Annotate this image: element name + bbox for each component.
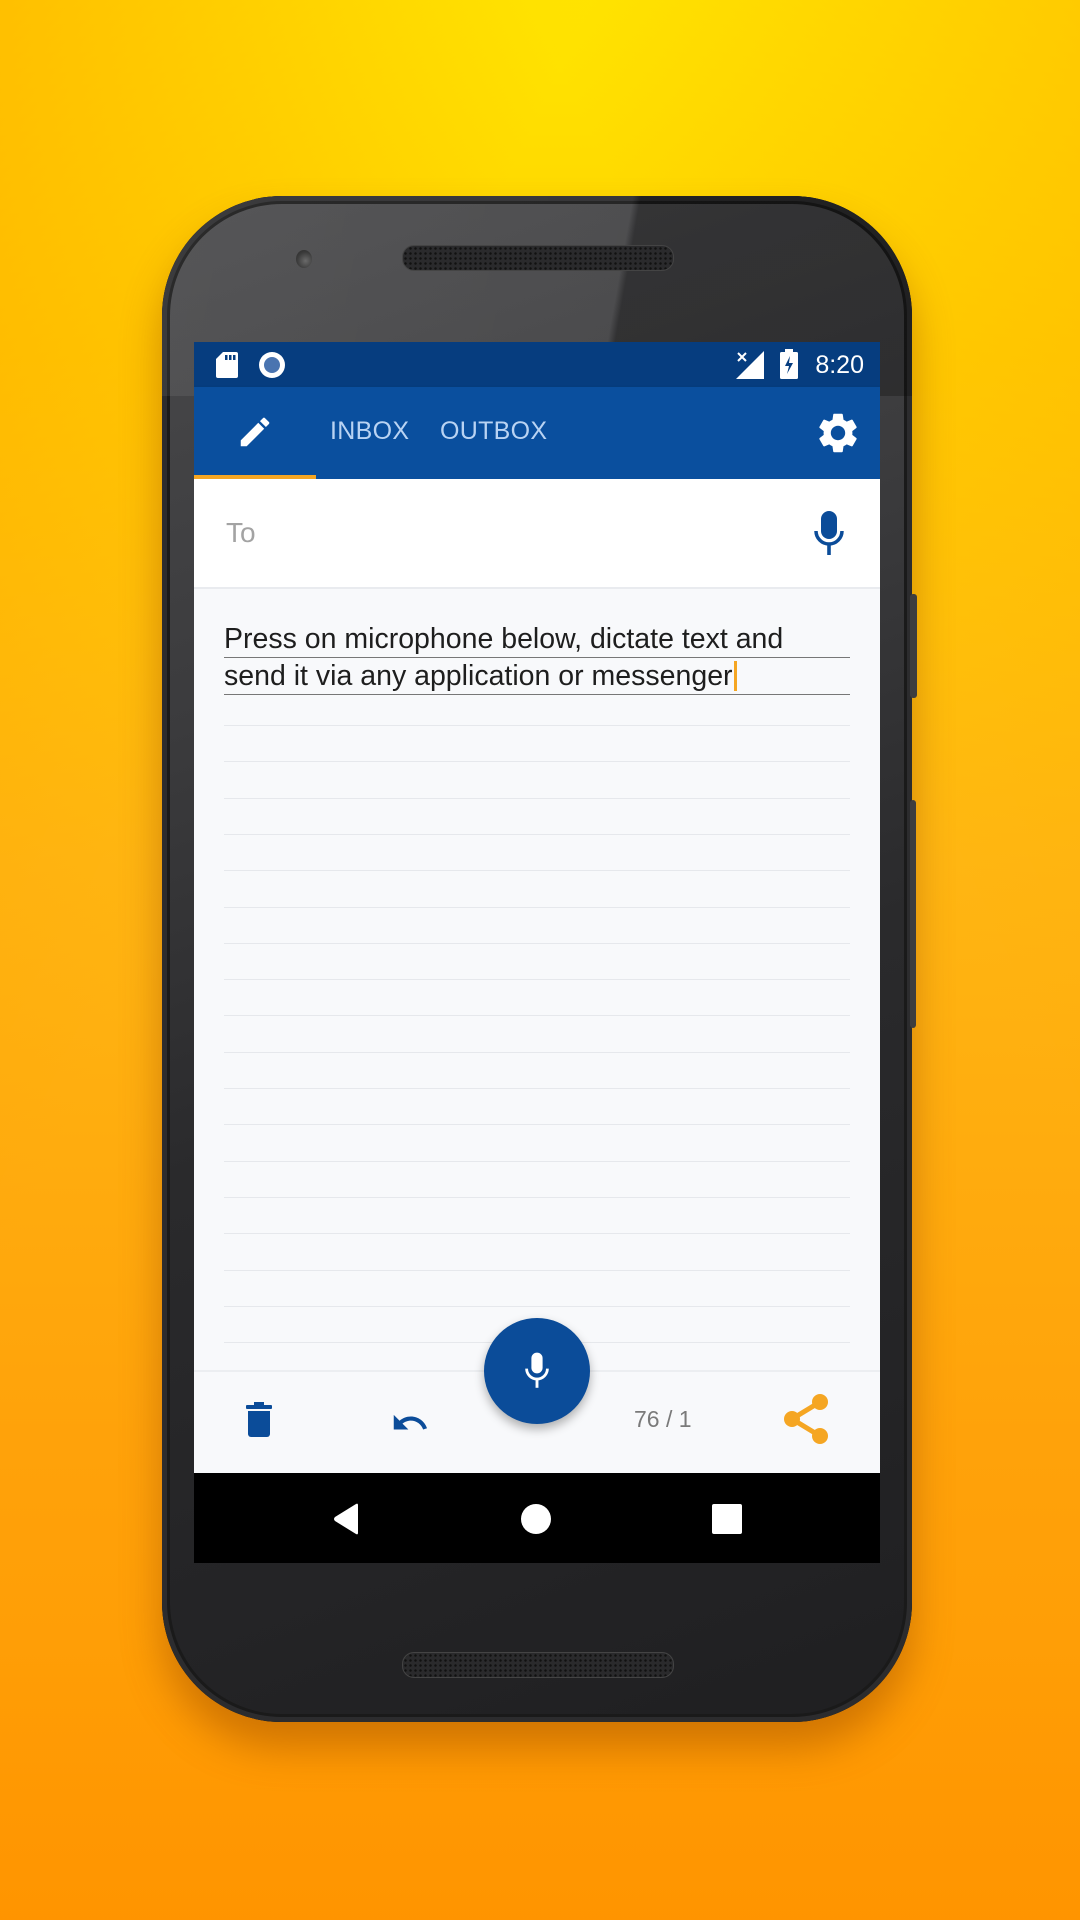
microphone-icon [812,511,846,563]
ruled-line [224,797,850,799]
volume-button [910,594,917,698]
sd-card-icon [216,352,238,383]
delete-button[interactable] [246,1402,272,1443]
status-time: 8:20 [815,351,864,379]
back-icon[interactable] [332,1503,360,1540]
bottom-speaker [402,1652,674,1678]
recents-icon[interactable] [712,1504,742,1539]
ruled-line [224,1233,850,1235]
ruled-line [224,1015,850,1017]
ruled-line [224,942,850,944]
ruled-line [224,906,850,908]
status-bar: 8:20 [194,342,880,387]
pencil-icon [236,413,274,456]
undo-button[interactable] [390,1410,430,1441]
note-line: Press on microphone below, dictate text … [224,621,850,658]
front-camera [296,250,312,268]
ruled-line [224,870,850,872]
ruled-line [224,1160,850,1162]
record-icon [258,351,286,384]
ruled-line [224,1196,850,1198]
tab-inbox[interactable]: INBOX [330,417,409,446]
note-line-text: Press on microphone below, dictate text … [224,623,784,655]
note-line-text: send it via any application or messenger [224,660,733,692]
character-counter: 76 / 1 [634,1406,692,1432]
ruled-line [224,1305,850,1307]
tab-outbox[interactable]: OUTBOX [440,417,547,446]
note-text[interactable]: Press on microphone below, dictate text … [224,621,850,695]
to-mic-button[interactable] [812,509,846,559]
text-cursor [733,661,737,691]
no-signal-icon [736,351,764,384]
ruled-line [224,1051,850,1053]
ruled-line [224,1088,850,1089]
ruled-line [224,761,850,763]
home-icon[interactable] [520,1503,552,1540]
ruled-line [224,1269,850,1271]
gear-icon [814,413,862,461]
system-nav-bar [194,1473,880,1563]
to-row [194,479,880,589]
note-line: send it via any application or messenger [224,658,850,695]
ruled-line [224,1124,850,1126]
app-bar: INBOX OUTBOX [194,387,880,479]
share-button[interactable] [782,1392,832,1451]
power-button [910,800,916,1028]
microphone-icon [525,1352,549,1388]
to-input[interactable] [224,507,768,559]
top-speaker [402,245,674,271]
battery-charging-icon [780,349,798,384]
trash-icon [246,1402,272,1442]
ruled-line [224,833,850,835]
phone-screen: 8:20 INBOX OUTBOX Press on microphone be [194,342,880,1563]
undo-icon [390,1414,430,1440]
dictate-fab[interactable] [484,1318,590,1424]
share-icon [782,1394,832,1450]
tab-compose[interactable] [194,387,316,479]
ruled-line [224,725,850,726]
ruled-line [224,979,850,981]
settings-button[interactable] [814,409,862,457]
